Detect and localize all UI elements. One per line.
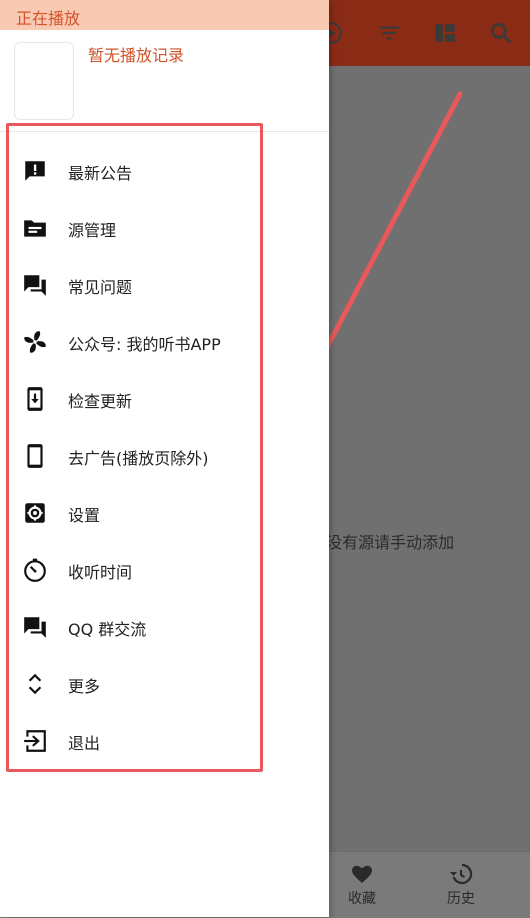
cover-thumbnail[interactable]	[14, 42, 74, 120]
forum-icon	[24, 275, 46, 296]
exit-icon	[24, 730, 46, 752]
menu-item-announcement[interactable]: 最新公告	[22, 150, 257, 190]
menu-item-label: QQ 群交流	[68, 620, 147, 639]
unfold-more-icon	[28, 673, 42, 695]
no-record-label: 暂无播放记录	[88, 46, 185, 65]
menu-item-faq[interactable]: 常见问题	[22, 264, 257, 304]
folder-icon	[24, 220, 46, 237]
filter-icon[interactable]	[376, 20, 402, 46]
menu-item-label: 设置	[68, 506, 101, 525]
menu-item-qq-group[interactable]: QQ 群交流	[22, 606, 257, 646]
announcement-icon	[25, 161, 45, 181]
menu-item-check-update[interactable]: 检查更新	[22, 378, 257, 418]
system-update-icon	[27, 387, 43, 411]
settings-icon	[25, 503, 45, 523]
forum-icon	[24, 617, 46, 638]
bottom-nav-history[interactable]: 历史	[431, 862, 491, 908]
now-playing-label: 正在播放	[16, 9, 81, 28]
bottom-nav-favorites[interactable]: 收藏	[332, 862, 392, 908]
menu-item-exit[interactable]: 退出	[22, 720, 257, 760]
bottom-nav-label: 历史	[447, 891, 475, 907]
smartphone-icon	[27, 444, 43, 468]
history-icon	[450, 863, 473, 885]
heart-icon	[352, 865, 372, 883]
menu-item-label: 收听时间	[68, 563, 133, 582]
now-playing-bar: 正在播放	[0, 0, 329, 30]
menu-item-label: 去广告(播放页除外)	[68, 449, 209, 468]
pinwheel-icon	[24, 331, 46, 353]
dashboard-icon[interactable]	[432, 20, 458, 46]
menu-item-listening-time[interactable]: 收听时间	[22, 549, 257, 589]
menu-item-label: 源管理	[68, 221, 117, 240]
navigation-drawer: 正在播放 暂无播放记录 最新公告 源管理 常见问题 公众号: 我的听书APP 检…	[0, 0, 329, 917]
menu-item-label: 更多	[68, 677, 101, 696]
menu-item-label: 公众号: 我的听书APP	[68, 335, 221, 354]
search-icon[interactable]	[488, 20, 514, 46]
menu-item-wechat-account[interactable]: 公众号: 我的听书APP	[22, 321, 257, 361]
bottom-nav-label: 收藏	[348, 891, 376, 907]
menu-item-label: 常见问题	[68, 278, 133, 297]
menu-item-remove-ads[interactable]: 去广告(播放页除外)	[22, 435, 257, 475]
menu-item-label: 最新公告	[68, 164, 133, 183]
timer-icon	[24, 558, 46, 582]
menu-item-source-management[interactable]: 源管理	[22, 207, 257, 247]
menu-item-more[interactable]: 更多	[22, 663, 257, 703]
menu-item-label: 退出	[68, 734, 101, 753]
menu-item-label: 检查更新	[68, 392, 133, 411]
menu-item-settings[interactable]: 设置	[22, 492, 257, 532]
